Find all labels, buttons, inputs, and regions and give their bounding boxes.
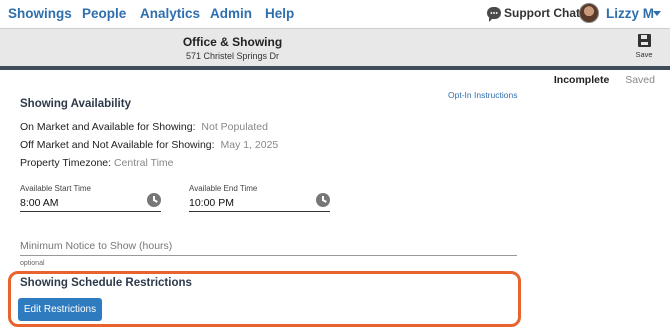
nav-showings[interactable]: Showings (8, 6, 72, 21)
end-time-label: Available End Time (189, 184, 258, 193)
minimum-notice-helper: optional (20, 260, 45, 267)
end-time-field[interactable]: Available End Time 10:00 PM (189, 184, 330, 212)
off-market-row: Off Market and Not Available for Showing… (20, 139, 278, 151)
start-time-field[interactable]: Available Start Time 8:00 AM (20, 184, 161, 212)
end-time-value[interactable]: 10:00 PM (189, 197, 234, 209)
nav-help[interactable]: Help (265, 6, 294, 21)
page-title: Office & Showing (182, 35, 283, 49)
minimum-notice-placeholder: Minimum Notice to Show (hours) (20, 240, 173, 252)
chevron-down-icon[interactable] (653, 11, 661, 16)
on-market-label: On Market and Available for Showing: (20, 121, 196, 133)
on-market-value: Not Populated (201, 121, 268, 133)
edit-restrictions-button[interactable]: Edit Restrictions (18, 298, 102, 321)
save-label: Save (635, 50, 653, 59)
clock-icon[interactable] (316, 193, 330, 207)
on-market-row: On Market and Available for Showing: Not… (20, 121, 268, 133)
save-button[interactable]: Save (630, 34, 658, 59)
header-divider (0, 66, 670, 70)
timezone-label: Property Timezone: (20, 157, 112, 169)
minimum-notice-field[interactable]: Minimum Notice to Show (hours) (20, 238, 517, 256)
top-navigation: Showings People Analytics Admin Help Sup… (0, 0, 670, 28)
timezone-row: Property Timezone: Central Time (20, 157, 174, 169)
start-time-value[interactable]: 8:00 AM (20, 197, 59, 209)
nav-analytics[interactable]: Analytics (140, 6, 200, 21)
opt-in-instructions-link[interactable]: Opt-In Instructions (448, 90, 517, 100)
user-menu-name[interactable]: Lizzy M (606, 6, 654, 21)
schedule-restrictions-heading: Showing Schedule Restrictions (20, 277, 192, 289)
timezone-value: Central Time (113, 157, 174, 169)
clock-icon[interactable] (147, 193, 161, 207)
off-market-value: May 1, 2025 (220, 139, 279, 151)
support-chat-button[interactable]: Support Chat (487, 6, 580, 22)
support-chat-label: Support Chat (504, 6, 580, 20)
property-address: 571 Christel Springs Dr (185, 51, 280, 61)
page-header: Office & Showing 571 Christel Springs Dr… (0, 28, 670, 66)
showing-availability-heading: Showing Availability (20, 98, 131, 110)
status-incomplete[interactable]: Incomplete (554, 74, 609, 86)
status-saved[interactable]: Saved (625, 74, 655, 86)
nav-people[interactable]: People (82, 6, 126, 21)
off-market-label: Off Market and Not Available for Showing… (20, 139, 215, 151)
chat-bubble-icon (487, 7, 501, 22)
start-time-label: Available Start Time (20, 184, 91, 193)
save-icon (637, 34, 651, 47)
nav-admin[interactable]: Admin (210, 6, 252, 21)
avatar[interactable] (579, 3, 599, 23)
status-indicator: Incomplete Saved (554, 74, 655, 86)
